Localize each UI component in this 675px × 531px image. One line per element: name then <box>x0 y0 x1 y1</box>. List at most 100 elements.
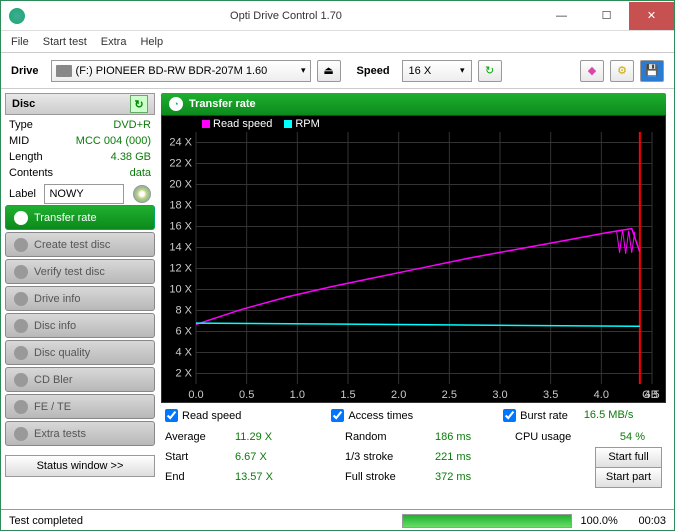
random-label: Random <box>345 431 435 443</box>
svg-text:4 X: 4 X <box>175 347 192 359</box>
label-input[interactable] <box>44 184 124 204</box>
close-button[interactable]: ✕ <box>629 2 674 30</box>
progress-bar <box>402 514 572 528</box>
maximize-button[interactable]: ☐ <box>584 2 629 30</box>
svg-text:24 X: 24 X <box>169 137 192 149</box>
menu-file[interactable]: File <box>11 36 29 48</box>
bler-icon <box>14 373 28 387</box>
refresh-button[interactable]: ↻ <box>478 60 502 82</box>
disc-mid-value: MCC 004 (000) <box>76 135 151 151</box>
sidebar-item-cd-bler[interactable]: CD Bler <box>5 367 155 392</box>
menu-start-test[interactable]: Start test <box>43 36 87 48</box>
svg-text:22 X: 22 X <box>169 158 192 170</box>
chevron-down-icon: ▾ <box>301 65 306 76</box>
cpu-label: CPU usage <box>515 431 590 443</box>
svg-text:20 X: 20 X <box>169 179 192 191</box>
disc-mid-label: MID <box>9 135 29 151</box>
drive-icon <box>56 65 72 77</box>
cd-icon[interactable] <box>133 185 151 203</box>
settings-button[interactable]: ⚙ <box>610 60 634 82</box>
disc-label-label: Label <box>9 188 36 200</box>
svg-text:3.0: 3.0 <box>492 389 507 401</box>
chart-header: ◔ Transfer rate <box>161 93 666 115</box>
window-title: Opti Drive Control 1.70 <box>33 10 539 22</box>
drive-label: Drive <box>11 65 39 77</box>
check-burst-rate[interactable]: Burst rate <box>503 409 568 422</box>
disc-length-label: Length <box>9 151 43 167</box>
disc-length-value: 4.38 GB <box>111 151 151 167</box>
disc-refresh-button[interactable]: ↻ <box>130 95 148 113</box>
svg-text:1.0: 1.0 <box>290 389 305 401</box>
chevron-down-icon: ▾ <box>460 65 465 76</box>
check-read-speed[interactable]: Read speed <box>165 409 241 422</box>
average-value: 11.29 X <box>235 431 345 443</box>
end-value: 13.57 X <box>235 471 345 483</box>
svg-text:10 X: 10 X <box>169 284 192 296</box>
start-part-button[interactable]: Start part <box>595 467 662 488</box>
start-label: Start <box>165 451 235 463</box>
svg-text:16 X: 16 X <box>169 221 192 233</box>
elapsed-time: 00:03 <box>638 515 666 527</box>
full-stroke-value: 372 ms <box>435 471 515 483</box>
disc-type-label: Type <box>9 119 33 135</box>
svg-text:2 X: 2 X <box>175 368 192 380</box>
sidebar-item-extra-tests[interactable]: Extra tests <box>5 421 155 446</box>
sidebar-item-create-test-disc[interactable]: Create test disc <box>5 232 155 257</box>
drive-value: (F:) PIONEER BD-RW BDR-207M 1.60 <box>76 65 268 77</box>
cpu-value: 54 % <box>590 431 645 443</box>
stroke13-value: 221 ms <box>435 451 515 463</box>
progress-percent: 100.0% <box>580 515 630 527</box>
svg-text:6 X: 6 X <box>175 326 192 338</box>
menu-extra[interactable]: Extra <box>101 36 127 48</box>
svg-text:3.5: 3.5 <box>543 389 558 401</box>
app-icon <box>9 8 25 24</box>
svg-text:2.0: 2.0 <box>391 389 406 401</box>
sidebar-item-drive-info[interactable]: Drive info <box>5 286 155 311</box>
menu-help[interactable]: Help <box>140 36 163 48</box>
svg-text:18 X: 18 X <box>169 200 192 212</box>
check-icon <box>14 265 28 279</box>
check-access-times[interactable]: Access times <box>331 409 413 422</box>
disc-panel-header: Disc ↻ <box>5 93 155 115</box>
svg-text:1.5: 1.5 <box>340 389 355 401</box>
svg-text:8 X: 8 X <box>175 305 192 317</box>
status-text: Test completed <box>9 515 83 527</box>
info-icon <box>14 292 28 306</box>
random-value: 186 ms <box>435 431 515 443</box>
save-button[interactable]: 💾 <box>640 60 664 82</box>
svg-text:4.0: 4.0 <box>594 389 609 401</box>
gauge-icon: ◔ <box>169 97 183 111</box>
sidebar-item-verify-test-disc[interactable]: Verify test disc <box>5 259 155 284</box>
disc-icon <box>14 238 28 252</box>
start-value: 6.67 X <box>235 451 345 463</box>
end-label: End <box>165 471 235 483</box>
status-window-button[interactable]: Status window >> <box>5 455 155 477</box>
speed-value: 16 X <box>409 65 432 77</box>
disc-contents-value: data <box>130 167 151 183</box>
start-full-button[interactable]: Start full <box>595 447 662 468</box>
eject-button[interactable]: ⏏ <box>317 60 341 82</box>
speed-select[interactable]: 16 X ▾ <box>402 60 472 82</box>
quality-icon <box>14 346 28 360</box>
minimize-button[interactable]: — <box>539 2 584 30</box>
sidebar-item-disc-quality[interactable]: Disc quality <box>5 340 155 365</box>
fete-icon <box>14 400 28 414</box>
svg-text:2.5: 2.5 <box>442 389 457 401</box>
disc-contents-label: Contents <box>9 167 53 183</box>
sidebar-item-transfer-rate[interactable]: Transfer rate <box>5 205 155 230</box>
svg-text:12 X: 12 X <box>169 263 192 275</box>
disc-type-value: DVD+R <box>113 119 151 135</box>
extra-icon <box>14 427 28 441</box>
info-icon <box>14 319 28 333</box>
sidebar-item-disc-info[interactable]: Disc info <box>5 313 155 338</box>
stroke13-label: 1/3 stroke <box>345 451 435 463</box>
gauge-icon <box>14 211 28 225</box>
erase-button[interactable]: ◆ <box>580 60 604 82</box>
burst-rate-value: 16.5 MB/s <box>584 409 634 422</box>
drive-select[interactable]: (F:) PIONEER BD-RW BDR-207M 1.60 ▾ <box>51 60 311 82</box>
chart-plot: 2 X 4 X 6 X 8 X 10 X 12 X 14 X 16 X 18 X 20 X 22 X… <box>162 116 662 402</box>
svg-text:0.0: 0.0 <box>188 389 203 401</box>
chart-area: Read speed RPM 2 X4 X6 X8 X10 X12 X14 X1… <box>161 115 666 403</box>
svg-text:14 X: 14 X <box>169 242 192 254</box>
sidebar-item-fe-te[interactable]: FE / TE <box>5 394 155 419</box>
